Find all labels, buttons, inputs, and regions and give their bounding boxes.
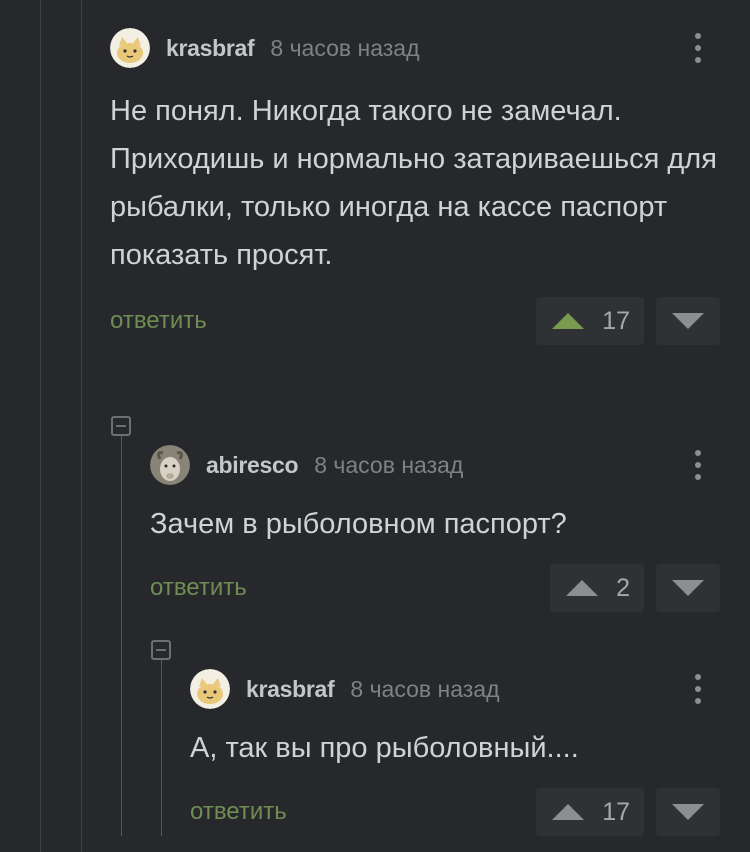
- comment: krasbraf 8 часов назад А, так вы про рыб…: [190, 668, 720, 836]
- comment-author[interactable]: krasbraf: [246, 676, 335, 703]
- upvote-icon: [566, 580, 598, 596]
- comment-header: abiresco 8 часов назад: [150, 444, 720, 486]
- comment-timestamp: 8 часов назад: [314, 451, 464, 478]
- comment-timestamp: 8 часов назад: [270, 34, 420, 61]
- comment-footer: ответить 17: [110, 297, 720, 345]
- avatar[interactable]: [150, 445, 190, 485]
- comments-thread: krasbraf 8 часов назад Не понял. Никогда…: [0, 0, 750, 852]
- reply-link[interactable]: ответить: [150, 574, 247, 602]
- reply-link[interactable]: ответить: [110, 307, 207, 335]
- upvote-button[interactable]: 17: [536, 788, 644, 836]
- comment-footer: ответить 17: [190, 788, 720, 836]
- comment-text: А, так вы про рыболовный....: [190, 732, 579, 764]
- vote-controls: 2: [550, 564, 720, 612]
- collapse-thread-line[interactable]: [121, 436, 122, 836]
- avatar[interactable]: [110, 28, 150, 68]
- more-vertical-icon[interactable]: [686, 669, 710, 709]
- thread-guide-line: [40, 0, 41, 852]
- comment-author[interactable]: abiresco: [206, 452, 299, 479]
- downvote-icon: [672, 804, 704, 820]
- comment: krasbraf 8 часов назад Не понял. Никогда…: [110, 27, 720, 345]
- reply-link[interactable]: ответить: [190, 798, 287, 826]
- thread-guide-line: [81, 0, 82, 852]
- avatar[interactable]: [190, 669, 230, 709]
- collapse-thread-line[interactable]: [161, 660, 162, 836]
- vote-controls: 17: [536, 297, 720, 345]
- collapse-thread-icon[interactable]: [151, 640, 171, 660]
- comment-header: krasbraf 8 часов назад: [110, 27, 720, 69]
- avatar-cat-icon: [190, 669, 230, 709]
- comment-timestamp: 8 часов назад: [350, 675, 500, 702]
- more-vertical-icon[interactable]: [686, 445, 710, 485]
- downvote-button[interactable]: [656, 564, 720, 612]
- comment-header: krasbraf 8 часов назад: [190, 668, 720, 710]
- comment-text: Не понял. Никогда такого не замечал. При…: [110, 95, 717, 271]
- upvote-button[interactable]: 17: [536, 297, 644, 345]
- comment-text: Зачем в рыболовном паспорт?: [150, 508, 567, 540]
- comment-score: 2: [616, 573, 630, 602]
- comment-author[interactable]: krasbraf: [166, 35, 255, 62]
- upvote-button[interactable]: 2: [550, 564, 644, 612]
- upvote-icon: [552, 804, 584, 820]
- collapse-thread-icon[interactable]: [111, 416, 131, 436]
- comment-footer: ответить 2: [150, 564, 720, 612]
- upvote-icon: [552, 313, 584, 329]
- comment: abiresco 8 часов назад Зачем в рыболовно…: [150, 444, 720, 612]
- avatar-cat-icon: [110, 28, 150, 68]
- downvote-button[interactable]: [656, 297, 720, 345]
- avatar-goat-icon: [150, 445, 190, 485]
- comment-score: 17: [602, 306, 630, 335]
- downvote-icon: [672, 580, 704, 596]
- more-vertical-icon[interactable]: [686, 28, 710, 68]
- vote-controls: 17: [536, 788, 720, 836]
- downvote-icon: [672, 313, 704, 329]
- comment-score: 17: [602, 797, 630, 826]
- downvote-button[interactable]: [656, 788, 720, 836]
